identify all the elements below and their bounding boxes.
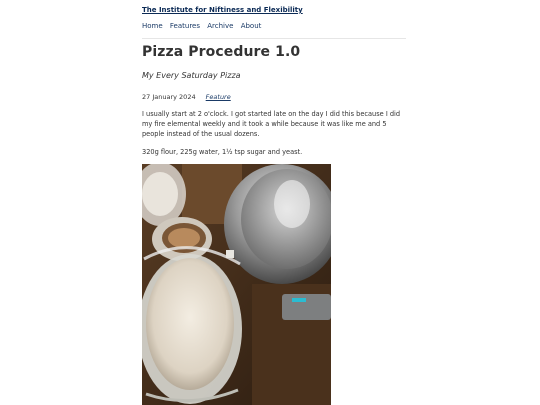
post-subtitle: My Every Saturday Pizza	[142, 71, 241, 80]
post-meta: 27 January 2024 Feature	[142, 93, 231, 101]
post-title: Pizza Procedure 1.0	[142, 44, 301, 60]
photo-illustration	[142, 164, 331, 405]
post-paragraph: 320g flour, 225g water, 1½ tsp sugar and…	[142, 148, 303, 156]
main-nav: Home Features Archive About	[142, 22, 266, 30]
site-title-link[interactable]: The Institute for Niftiness and Flexibil…	[142, 6, 303, 14]
nav-about[interactable]: About	[241, 22, 262, 30]
nav-archive[interactable]: Archive	[207, 22, 233, 30]
post-photo	[142, 164, 331, 405]
header-divider	[142, 38, 406, 39]
nav-features[interactable]: Features	[170, 22, 200, 30]
nav-home[interactable]: Home	[142, 22, 163, 30]
post-date: 27 January 2024	[142, 93, 196, 101]
post-paragraph: I usually start at 2 o'clock. I got star…	[142, 110, 401, 138]
post-category-link[interactable]: Feature	[206, 93, 231, 101]
